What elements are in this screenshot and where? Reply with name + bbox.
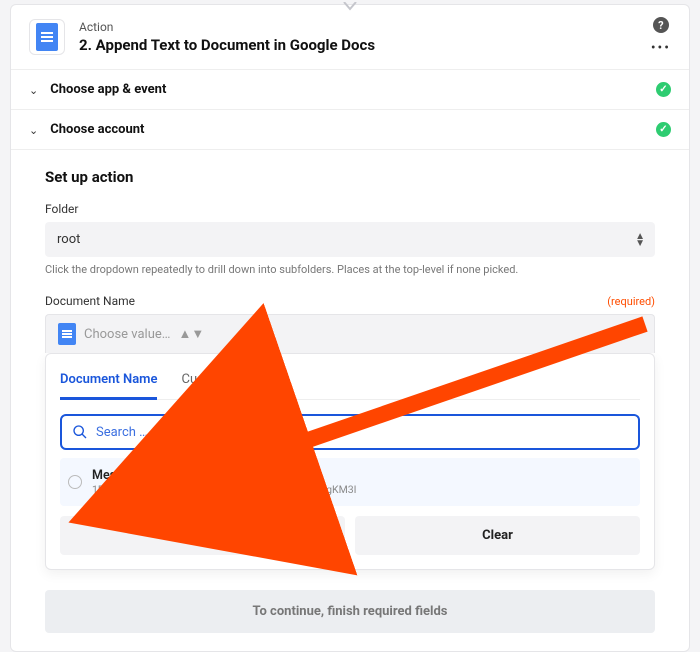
tab-custom[interactable]: Custom — [181, 366, 226, 399]
action-step-panel: Action 2. Append Text to Document in Goo… — [10, 4, 690, 652]
section-choose-app-event[interactable]: ⌄ Choose app & event — [11, 69, 689, 109]
section-choose-account[interactable]: ⌄ Choose account — [11, 109, 689, 149]
dropdown-tabs: Document Name Custom — [60, 366, 640, 400]
tab-document-name[interactable]: Document Name — [60, 366, 157, 400]
google-docs-icon — [29, 19, 65, 55]
setup-action-title: Set up action — [45, 168, 655, 186]
sort-icon: ▲▼ — [178, 326, 204, 342]
complete-check-icon — [656, 122, 671, 137]
step-title: 2. Append Text to Document in Google Doc… — [79, 36, 375, 54]
document-name-dropdown: Document Name Custom Messages from Slack… — [45, 353, 655, 570]
continue-bar: To continue, finish required fields — [45, 590, 655, 633]
radio-icon — [68, 475, 82, 489]
chevron-down-icon: ⌄ — [29, 124, 38, 137]
google-docs-icon — [58, 323, 76, 345]
option-title: Messages from Slack — [92, 468, 357, 483]
document-name-placeholder: Choose value… — [84, 327, 170, 342]
search-icon — [72, 424, 88, 440]
required-tag: (required) — [607, 295, 655, 308]
step-header: Action 2. Append Text to Document in Goo… — [11, 5, 689, 69]
more-options-icon[interactable]: ••• — [651, 41, 671, 55]
search-input[interactable] — [96, 425, 628, 440]
step-type-label: Action — [79, 20, 375, 34]
dropdown-option[interactable]: Messages from Slack 1EJMAHlWdboPEcSe2n-c… — [60, 458, 640, 506]
section-label: Choose account — [50, 122, 144, 137]
load-more-button[interactable]: Load More — [60, 516, 345, 555]
clear-button[interactable]: Clear — [355, 516, 640, 555]
folder-select[interactable]: root ▲▼ — [45, 222, 655, 257]
chevron-down-icon: ⌄ — [29, 84, 38, 97]
sort-icon: ▲▼ — [635, 233, 645, 247]
document-name-select[interactable]: Choose value… ▲▼ — [45, 314, 655, 353]
help-icon[interactable]: ? — [653, 17, 669, 33]
folder-helper-text: Click the dropdown repeatedly to drill d… — [45, 263, 655, 276]
section-setup-action: Set up action Folder root ▲▼ Click the d… — [11, 149, 689, 651]
option-subtitle: 1EJMAHlWdboPEcSe2n-cJm7NXoh6Sro8tCbLah5g… — [92, 483, 357, 496]
folder-value: root — [57, 232, 80, 247]
document-name-label: Document Name (required) — [45, 294, 655, 308]
folder-label: Folder — [45, 202, 655, 216]
dropdown-search[interactable] — [60, 414, 640, 450]
complete-check-icon — [656, 82, 671, 97]
section-label: Choose app & event — [50, 82, 166, 97]
